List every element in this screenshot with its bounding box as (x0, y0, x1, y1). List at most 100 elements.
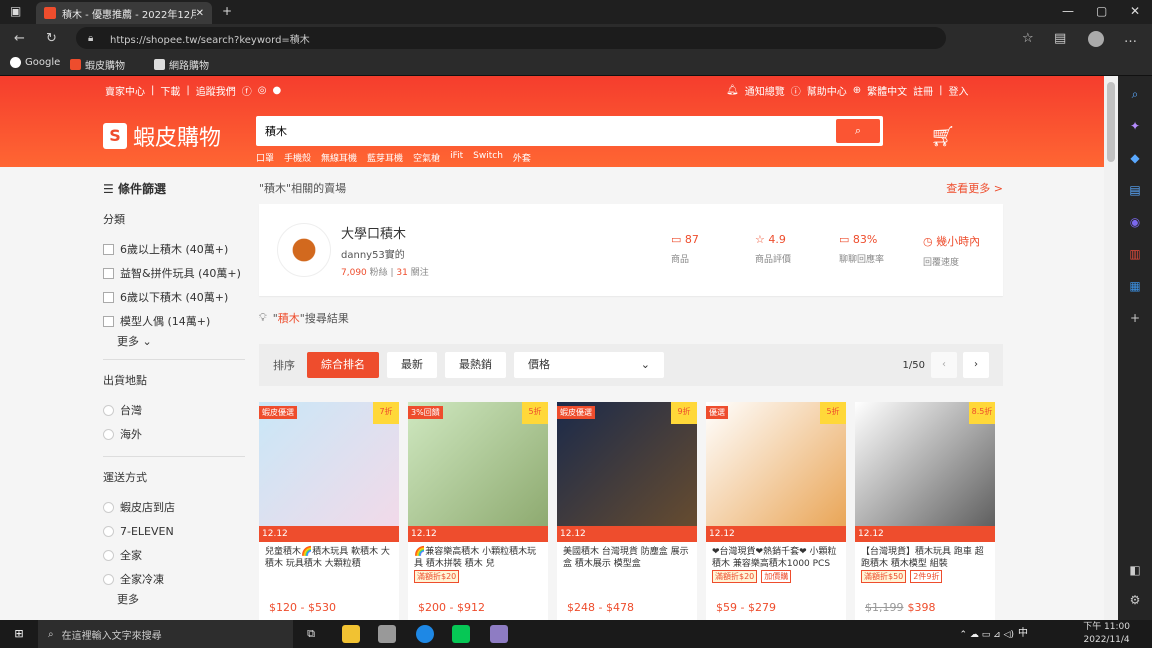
category-option[interactable]: 益智&拼件玩具 (40萬+) (103, 261, 245, 285)
app-icon[interactable] (378, 625, 396, 643)
search-icon[interactable]: ⌕ (1127, 86, 1143, 102)
notifications-link[interactable]: 通知總覽 (745, 83, 785, 98)
discover-icon[interactable]: ✦ (1127, 118, 1143, 134)
checkbox[interactable] (103, 243, 114, 255)
paint-icon[interactable] (490, 625, 508, 643)
search-input[interactable] (259, 119, 829, 143)
product-card[interactable]: 3%回饋 5折 12.12 🌈兼容樂高積木 小顆粒積木玩具 積木拼裝 積木 兒滿額折$… (408, 402, 548, 620)
radio[interactable] (103, 573, 114, 585)
bookmark-google[interactable]: Google (10, 57, 60, 68)
product-image[interactable]: 8.5折 12.12 (855, 402, 995, 542)
add-icon[interactable]: + (1127, 310, 1143, 326)
hot-keyword[interactable]: 口罩 (256, 151, 274, 164)
checkbox[interactable] (103, 315, 114, 327)
see-more-link[interactable]: 查看更多 > (946, 180, 1003, 196)
hot-keyword[interactable]: 藍芽耳機 (367, 151, 403, 164)
taskbar-search[interactable]: ⌕ 在這裡輸入文字來搜尋 (38, 620, 293, 648)
category-more[interactable]: 更多 ⌄ (117, 333, 245, 349)
refresh-icon[interactable]: ↻ (46, 31, 57, 46)
product-card[interactable]: 優選 5折 12.12 ❤台灣現貨❤熱銷千套❤ 小顆粒 積木 兼容樂高積木1000 P… (706, 402, 846, 620)
language-select[interactable]: 繁體中文 (867, 83, 907, 98)
browser-tab[interactable]: 積木 - 優惠推薦 - 2022年12月| 蝦 ✕ (36, 2, 212, 24)
next-page-button[interactable]: › (963, 352, 989, 378)
close-tab-icon[interactable]: ✕ (196, 8, 204, 19)
task-view-icon[interactable]: ⧉ (302, 625, 320, 643)
bookmark-shopping[interactable]: 網路購物 (154, 57, 209, 72)
back-icon[interactable]: ← (14, 31, 25, 46)
collections-icon[interactable]: ▤ (1054, 31, 1066, 46)
product-image[interactable]: 蝦皮優選 7折 12.12 (259, 402, 399, 542)
minimize-icon[interactable]: — (1062, 4, 1074, 18)
prev-page-button[interactable]: ‹ (931, 352, 957, 378)
more-icon[interactable]: … (1124, 31, 1137, 46)
seller-center-link[interactable]: 賣家中心 (105, 83, 145, 98)
radio[interactable] (103, 501, 114, 513)
shop-card[interactable]: 大學口積木 danny53實的 7,090 粉絲 | 31 關注 ▭ 87 商品 ☆… (259, 204, 1003, 296)
shipping-option[interactable]: 全家冷凍 (103, 567, 245, 591)
product-card[interactable]: 蝦皮優選 9折 12.12 美國積木 台灣現貨 防塵盒 展示盒 積木展示 模型盒 $24… (557, 402, 697, 620)
download-link[interactable]: 下載 (160, 83, 180, 98)
line-icon[interactable]: ● (272, 85, 281, 96)
checkbox[interactable] (103, 291, 114, 303)
radio[interactable] (103, 525, 114, 537)
profile-avatar[interactable] (1088, 31, 1104, 47)
games-icon[interactable]: ◉ (1127, 214, 1143, 230)
shipping-option[interactable]: 7-ELEVEN (103, 519, 245, 543)
radio[interactable] (103, 428, 114, 440)
cart-icon[interactable]: 🛒︎ (930, 124, 955, 148)
maximize-icon[interactable]: ▢ (1096, 4, 1107, 18)
location-option[interactable]: 海外 (103, 422, 245, 446)
page-scrollbar[interactable] (1104, 76, 1118, 620)
radio[interactable] (103, 404, 114, 416)
hot-keyword[interactable]: Switch (473, 151, 503, 164)
product-card[interactable]: 8.5折 12.12 【台灣現貨】積木玩具 跑車 超跑積木 積木模型 組裝 滿額折$5… (855, 402, 995, 620)
login-link[interactable]: 登入 (948, 83, 968, 98)
tools-icon[interactable]: ▤ (1127, 182, 1143, 198)
shipping-option[interactable]: 全家 (103, 543, 245, 567)
product-image[interactable]: 蝦皮優選 9折 12.12 (557, 402, 697, 542)
help-link[interactable]: 幫助中心 (807, 83, 847, 98)
url-field[interactable]: 🔒︎ https://shopee.tw/search?keyword=積木 (76, 27, 946, 49)
shipping-more[interactable]: 更多 (117, 591, 245, 607)
clock[interactable]: 下午 11:00 2022/11/4 (1083, 621, 1130, 647)
signup-link[interactable]: 註冊 (913, 83, 933, 98)
sort-sales-button[interactable]: 最熱銷 (445, 352, 506, 378)
sidebar-toggle-icon[interactable]: ◧ (1127, 562, 1143, 578)
windows-start-icon[interactable]: ⊞ (10, 625, 28, 643)
shopping-tag-icon[interactable]: ◆ (1127, 150, 1143, 166)
tab-actions-icon[interactable]: ▣ (10, 4, 21, 18)
bookmark-shopee[interactable]: 蝦皮購物 (70, 57, 125, 72)
product-image[interactable]: 3%回饋 5折 12.12 (408, 402, 548, 542)
office-icon[interactable]: ▥ (1127, 246, 1143, 262)
search-button[interactable]: ⌕ (836, 119, 880, 143)
settings-icon[interactable]: ⚙ (1127, 592, 1143, 608)
close-window-icon[interactable]: ✕ (1130, 4, 1140, 18)
hot-keyword[interactable]: 外套 (513, 151, 531, 164)
hot-keyword[interactable]: iFit (450, 151, 463, 164)
radio[interactable] (103, 549, 114, 561)
sort-latest-button[interactable]: 最新 (387, 352, 437, 378)
shopee-logo[interactable]: S 蝦皮購物 (103, 120, 221, 152)
ime-indicator[interactable]: 中 (1014, 625, 1032, 643)
edge-icon[interactable] (416, 625, 434, 643)
shipping-option[interactable]: 蝦皮店到店 (103, 495, 245, 519)
outlook-icon[interactable]: ▦ (1127, 278, 1143, 294)
product-card[interactable]: 蝦皮優選 7折 12.12 兒童積木🌈積木玩具 軟積木 大積木 玩具積木 大顆粒積 $1… (259, 402, 399, 620)
new-tab-icon[interactable]: + (222, 4, 232, 18)
location-option[interactable]: 台灣 (103, 398, 245, 422)
hot-keyword[interactable]: 空氣槍 (413, 151, 440, 164)
facebook-icon[interactable]: ⓕ (242, 83, 252, 98)
favorites-icon[interactable]: ☆ (1022, 31, 1034, 46)
instagram-icon[interactable]: ◎ (258, 85, 267, 96)
sort-relevance-button[interactable]: 綜合排名 (307, 352, 379, 378)
line-app-icon[interactable] (452, 625, 470, 643)
category-option[interactable]: 模型人偶 (14萬+) (103, 309, 245, 333)
system-tray[interactable]: ⌃ ☁ ▭ ⊿ ◁) (884, 626, 1014, 644)
file-explorer-icon[interactable] (342, 625, 360, 643)
checkbox[interactable] (103, 267, 114, 279)
hot-keyword[interactable]: 無線耳機 (321, 151, 357, 164)
hot-keyword[interactable]: 手機殼 (284, 151, 311, 164)
price-select[interactable]: 價格 ⌄ (514, 352, 664, 378)
category-option[interactable]: 6歲以上積木 (40萬+) (103, 237, 245, 261)
product-image[interactable]: 優選 5折 12.12 (706, 402, 846, 542)
